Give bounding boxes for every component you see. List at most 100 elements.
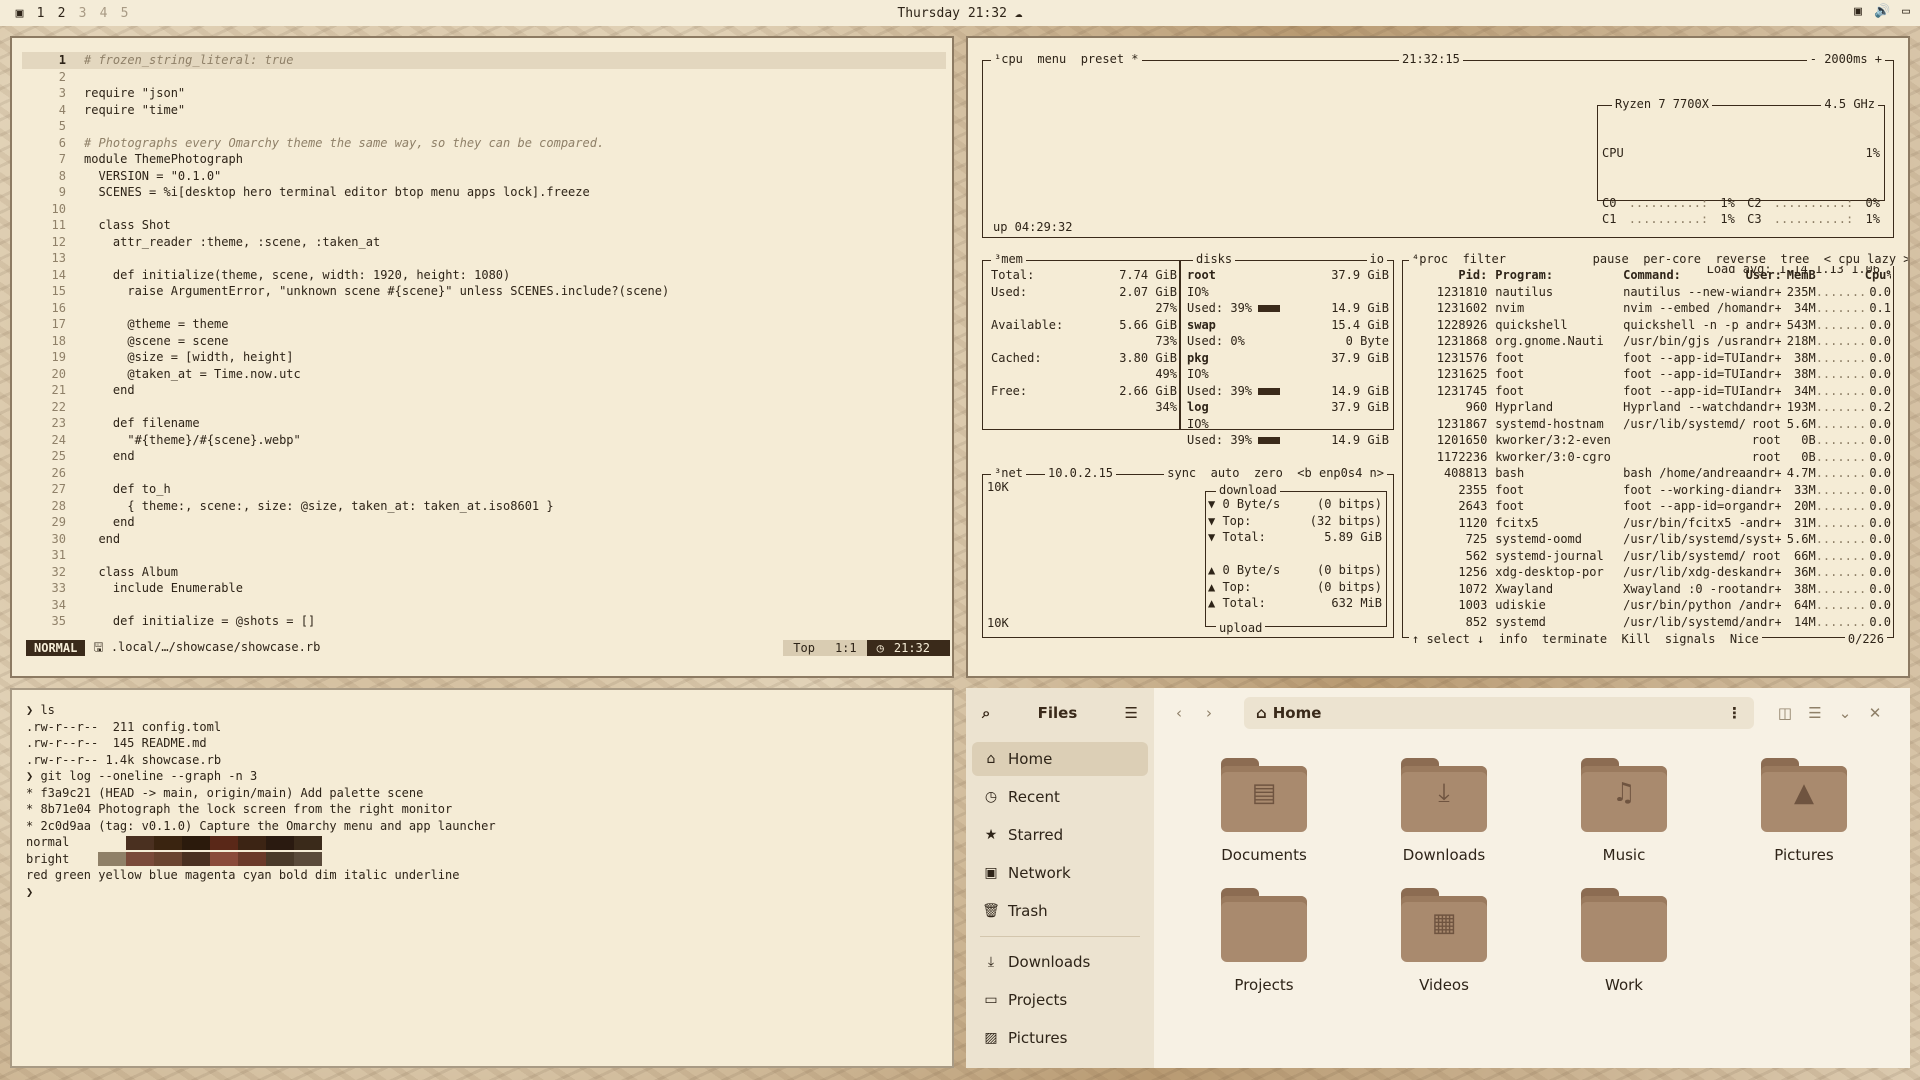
code-line[interactable]: 3 require "json" bbox=[22, 85, 946, 102]
table-row[interactable]: 1072 Xwayland Xwayland :0 -rootl andr+ 38M..… bbox=[1405, 581, 1891, 598]
files-window[interactable]: ⌕ Files ☰ ⌂ Home ◷ Recent ★ Starred ▣ Network 🗑 T… bbox=[966, 688, 1910, 1068]
proc-col-cpu[interactable]: Cpu% bbox=[1865, 267, 1891, 284]
code-line[interactable]: 34 bbox=[22, 597, 946, 614]
table-row[interactable]: 1231745 foot foot --app-id=TUI. andr+ 34M...… bbox=[1405, 383, 1891, 400]
display-icon[interactable]: ▭ bbox=[1902, 4, 1910, 19]
code-line[interactable]: 11 class Shot bbox=[22, 217, 946, 234]
proc-col-graph[interactable] bbox=[1816, 267, 1865, 284]
proc-col-cmd[interactable]: Command: bbox=[1623, 267, 1746, 284]
io-toggle[interactable]: io bbox=[1366, 252, 1387, 266]
net-options[interactable]: sync auto zero <b enp0s4 n> bbox=[1164, 466, 1387, 480]
table-row[interactable]: 1256 xdg-desktop-por/usr/lib/xdg-deskt and… bbox=[1405, 564, 1891, 581]
table-row[interactable]: 2643 foot foot --app-id=org. andr+ 20M......… bbox=[1405, 498, 1891, 515]
folder-documents[interactable]: ▤ Documents bbox=[1174, 758, 1354, 864]
sidebar-item-downloads[interactable]: ⤓ Downloads bbox=[972, 945, 1148, 979]
launcher-icon[interactable]: ▣ bbox=[14, 6, 25, 21]
code-line[interactable]: 1 # frozen_string_literal: true bbox=[22, 52, 946, 69]
code-line[interactable]: 10 bbox=[22, 201, 946, 218]
proc-col-mem[interactable]: MemB bbox=[1781, 267, 1816, 284]
code-line[interactable]: 20 @taken_at = Time.now.utc bbox=[22, 366, 946, 383]
code-line[interactable]: 28 { theme:, scene:, size: @size, taken_… bbox=[22, 498, 946, 515]
code-line[interactable]: 33 include Enumerable bbox=[22, 580, 946, 597]
process-table[interactable]: Pid: Program: Command: User: MemB Cpu% 1231810… bbox=[1405, 267, 1891, 630]
search-icon[interactable]: ⌕ bbox=[982, 704, 990, 722]
terminal-output[interactable]: ❯ ls .rw-r--r-- 211 config.toml .rw-r--r--… bbox=[26, 702, 496, 900]
cpu-box-header[interactable]: ¹cpu menu preset * bbox=[991, 52, 1142, 66]
proc-col-user[interactable]: User: bbox=[1746, 267, 1781, 284]
code-line[interactable]: 31 bbox=[22, 547, 946, 564]
sidebar-item-starred[interactable]: ★ Starred bbox=[972, 818, 1148, 852]
code-line[interactable]: 2 bbox=[22, 69, 946, 86]
table-row[interactable]: 1231625 foot foot --app-id=TUI. andr+ 38M...… bbox=[1405, 366, 1891, 383]
code-line[interactable]: 25 end bbox=[22, 448, 946, 465]
code-line[interactable]: 8 VERSION = "0.1.0" bbox=[22, 168, 946, 185]
sidebar-item-projects[interactable]: ▭ Projects bbox=[972, 983, 1148, 1017]
code-line[interactable]: 4 require "time" bbox=[22, 102, 946, 119]
table-row[interactable]: 2355 foot foot --working-dir andr+ 33M......… bbox=[1405, 482, 1891, 499]
workspace-4[interactable]: 4 bbox=[98, 6, 109, 21]
sidebar-item-recent[interactable]: ◷ Recent bbox=[972, 780, 1148, 814]
sidebar-item-pictures[interactable]: ▨ Pictures bbox=[972, 1021, 1148, 1055]
location-bar[interactable]: ⌂ Home ⋮ bbox=[1244, 697, 1754, 729]
sidebar-item-home[interactable]: ⌂ Home bbox=[972, 742, 1148, 776]
table-row[interactable]: 1172236 kworker/3:0-cgro root 0B....... 0.0 bbox=[1405, 449, 1891, 466]
code-line[interactable]: 15 raise ArgumentError, "unknown scene #… bbox=[22, 283, 946, 300]
proc-footer[interactable]: ↑ select ↓ info terminate Kill signals N… bbox=[1409, 632, 1762, 646]
view-list-icon[interactable]: ☰ bbox=[1800, 704, 1830, 722]
table-row[interactable]: 1003 udiskie/usr/bin/python /u andr+ 64M...… bbox=[1405, 597, 1891, 614]
folder-projects[interactable]: Projects bbox=[1174, 888, 1354, 994]
code-line[interactable]: 30 end bbox=[22, 531, 946, 548]
code-line[interactable]: 27 def to_h bbox=[22, 481, 946, 498]
code-line[interactable]: 23 def filename bbox=[22, 415, 946, 432]
volume-icon[interactable]: 🔊 bbox=[1874, 4, 1890, 19]
table-row[interactable]: 1120 fcitx5/usr/bin/fcitx5 -- andr+ 31M....… bbox=[1405, 515, 1891, 532]
code-line[interactable]: 12 attr_reader :theme, :scene, :taken_at bbox=[22, 234, 946, 251]
code-line[interactable]: 5 bbox=[22, 118, 946, 135]
code-line[interactable]: 9 SCENES = %i[desktop hero terminal edit… bbox=[22, 184, 946, 201]
back-icon[interactable]: ‹ bbox=[1164, 704, 1194, 722]
location-menu-icon[interactable]: ⋮ bbox=[1727, 704, 1742, 722]
sidebar-item-network[interactable]: ▣ Network bbox=[972, 856, 1148, 890]
table-row[interactable]: 1231868 org.gnome.Nauti/usr/bin/gjs /usr/… bbox=[1405, 333, 1891, 350]
code-line[interactable]: 13 bbox=[22, 250, 946, 267]
folder-music[interactable]: ♫ Music bbox=[1534, 758, 1714, 864]
workspace-3[interactable]: 3 bbox=[77, 6, 88, 21]
table-row[interactable]: 408813 bash bash /home/andreas andr+ 4.7M...… bbox=[1405, 465, 1891, 482]
folder-pictures[interactable]: ▲ Pictures bbox=[1714, 758, 1894, 864]
editor-buffer[interactable]: 1 # frozen_string_literal: true 2 3 require … bbox=[22, 52, 946, 630]
folder-downloads[interactable]: ⤓ Downloads bbox=[1354, 758, 1534, 864]
table-row[interactable]: 960 Hyprland Hyprland --watchdo andr+ 193M..… bbox=[1405, 399, 1891, 416]
code-line[interactable]: 17 @theme = theme bbox=[22, 316, 946, 333]
code-line[interactable]: 7 module ThemePhotograph bbox=[22, 151, 946, 168]
code-line[interactable]: 18 @scene = scene bbox=[22, 333, 946, 350]
code-line[interactable]: 32 class Album bbox=[22, 564, 946, 581]
table-row[interactable]: 1201650 kworker/3:2-even root 0B....... 0.0 bbox=[1405, 432, 1891, 449]
shell-prompt[interactable]: ❯ bbox=[26, 884, 496, 901]
disks-header[interactable]: disks bbox=[1193, 252, 1236, 266]
table-row[interactable]: 1231810 nautilus nautilus --new-win andr+ 23… bbox=[1405, 284, 1891, 301]
code-line[interactable]: 14 def initialize(theme, scene, width: 1… bbox=[22, 267, 946, 284]
workspace-5[interactable]: 5 bbox=[119, 6, 130, 21]
folder-work[interactable]: Work bbox=[1534, 888, 1714, 994]
chevron-down-icon[interactable]: ⌄ bbox=[1830, 704, 1860, 722]
mem-box-header[interactable]: ³mem bbox=[991, 252, 1026, 266]
table-row[interactable]: 1231867 systemd-hostnam/usr/lib/systemd/s… bbox=[1405, 416, 1891, 433]
code-line[interactable]: 16 bbox=[22, 300, 946, 317]
code-line[interactable]: 26 bbox=[22, 465, 946, 482]
editor-window[interactable]: 1 # frozen_string_literal: true 2 3 require … bbox=[10, 36, 954, 678]
code-line[interactable]: 6 # Photographs every Omarchy theme the s… bbox=[22, 135, 946, 152]
table-row[interactable]: 725 systemd-oomd/usr/lib/systemd/s syst+ 5.… bbox=[1405, 531, 1891, 548]
sidebar-item-trash[interactable]: 🗑 Trash bbox=[972, 894, 1148, 928]
code-line[interactable]: 24 "#{theme}/#{scene}.webp" bbox=[22, 432, 946, 449]
screen-icon[interactable]: ▣ bbox=[1854, 4, 1862, 19]
proc-box-header[interactable]: ⁴proc filter pause per-core reverse tree… bbox=[1409, 252, 1908, 266]
workspace-1[interactable]: 1 bbox=[35, 6, 46, 21]
terminal-window[interactable]: ❯ ls .rw-r--r-- 211 config.toml .rw-r--r--… bbox=[10, 688, 954, 1068]
camera-icon[interactable]: ◫ bbox=[1770, 704, 1800, 722]
proc-header-row[interactable]: Pid: Program: Command: User: MemB Cpu% bbox=[1405, 267, 1891, 284]
proc-col-prog[interactable]: Program: bbox=[1487, 267, 1623, 284]
code-line[interactable]: 22 bbox=[22, 399, 946, 416]
update-interval[interactable]: - 2000ms + bbox=[1806, 52, 1885, 66]
clock[interactable]: Thursday 21:32 bbox=[897, 6, 1007, 21]
code-line[interactable]: 29 end bbox=[22, 514, 946, 531]
